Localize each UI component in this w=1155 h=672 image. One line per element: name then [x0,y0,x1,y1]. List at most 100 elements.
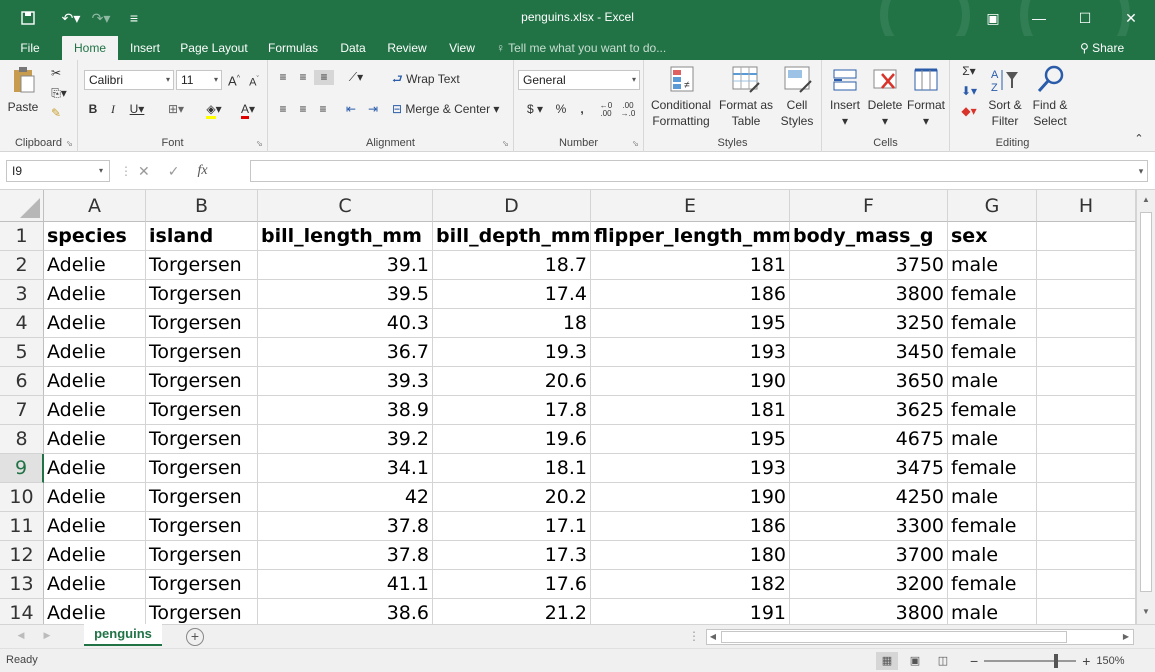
delete-cells-button[interactable]: Delete ▾ [866,64,904,130]
header-cell[interactable]: bill_length_mm [258,222,433,251]
scroll-left-icon[interactable]: ◀ [708,629,718,644]
enter-icon[interactable]: ✓ [168,163,180,180]
orientation-icon[interactable]: ⟋▾ [344,70,368,85]
redo-icon[interactable]: ↷▾ [86,0,116,36]
table-cell[interactable]: 17.4 [433,280,591,309]
table-cell[interactable]: 195 [591,309,790,338]
zoom-in-icon[interactable]: + [1082,653,1090,669]
table-cell[interactable]: 180 [591,541,790,570]
row-header[interactable]: 5 [0,338,44,367]
row-header[interactable]: 13 [0,570,44,599]
cancel-icon[interactable]: ✕ [138,163,150,180]
autosum-icon[interactable]: Σ▾ [956,64,982,79]
tab-formulas[interactable]: Formulas [260,36,326,60]
table-cell[interactable]: Torgersen [146,309,258,338]
table-cell[interactable]: male [948,367,1037,396]
row-header[interactable]: 9 [0,454,44,483]
row-header[interactable]: 2 [0,251,44,280]
table-cell[interactable]: 20.6 [433,367,591,396]
table-cell[interactable]: male [948,599,1037,624]
scroll-right-icon[interactable]: ▶ [1121,629,1131,644]
header-cell[interactable]: body_mass_g [790,222,948,251]
table-cell[interactable]: female [948,396,1037,425]
table-cell[interactable] [1037,251,1136,280]
table-cell[interactable]: Adelie [44,280,146,309]
table-cell[interactable]: male [948,425,1037,454]
collapse-ribbon-icon[interactable]: ⌃ [1132,132,1146,147]
find-select-button[interactable]: Find & Select [1028,64,1072,130]
table-cell[interactable]: 37.8 [258,512,433,541]
next-sheet-icon[interactable]: ▶ [40,628,54,643]
font-color-icon[interactable]: A▾ [234,102,262,119]
table-cell[interactable]: 4250 [790,483,948,512]
align-right-icon[interactable]: ≡ [314,102,332,117]
increase-font-icon[interactable]: A^ [226,71,242,88]
table-cell[interactable]: 3250 [790,309,948,338]
maximize-button[interactable]: ☐ [1062,0,1108,36]
table-cell[interactable]: Torgersen [146,541,258,570]
table-cell[interactable]: 18 [433,309,591,338]
table-cell[interactable] [1037,396,1136,425]
save-icon[interactable] [0,0,56,36]
column-header-h[interactable]: H [1037,190,1136,222]
merge-center-button[interactable]: ⊟ Merge & Center ▾ [392,102,510,117]
tab-review[interactable]: Review [380,36,434,60]
cut-icon[interactable]: ✂ [46,66,66,81]
column-header-a[interactable]: A [44,190,146,222]
table-cell[interactable]: 193 [591,454,790,483]
percent-icon[interactable]: % [552,102,570,117]
table-cell[interactable]: 40.3 [258,309,433,338]
column-header-c[interactable]: C [258,190,433,222]
borders-icon[interactable]: ⊞▾ [162,102,190,117]
row-header[interactable]: 7 [0,396,44,425]
table-cell[interactable]: 3200 [790,570,948,599]
table-cell[interactable]: Torgersen [146,338,258,367]
font-size-select[interactable]: 11 ▾ [176,70,222,90]
prev-sheet-icon[interactable]: ◀ [14,628,28,643]
table-cell[interactable]: 39.2 [258,425,433,454]
insert-function-icon[interactable]: fx [197,163,207,179]
clear-icon[interactable]: ◆▾ [956,104,982,119]
clipboard-launcher-icon[interactable]: ⬂ [66,139,73,148]
table-cell[interactable]: Torgersen [146,280,258,309]
table-cell[interactable]: 190 [591,483,790,512]
sheet-tab-penguins[interactable]: penguins [84,624,162,646]
table-cell[interactable]: 18.1 [433,454,591,483]
row-header[interactable]: 3 [0,280,44,309]
page-layout-view-icon[interactable]: ▣ [904,652,926,670]
table-cell[interactable]: Torgersen [146,425,258,454]
align-center-icon[interactable]: ≡ [294,102,312,117]
table-cell[interactable]: 42 [258,483,433,512]
table-cell[interactable]: 4675 [790,425,948,454]
table-cell[interactable]: 3800 [790,599,948,624]
table-cell[interactable]: female [948,280,1037,309]
font-launcher-icon[interactable]: ⬂ [256,139,263,148]
decrease-decimal-icon[interactable]: .00 →.0 [618,102,638,118]
horizontal-scrollbar[interactable]: ◀ ▶ [706,629,1134,645]
font-name-select[interactable]: Calibri ▾ [84,70,174,90]
column-header-e[interactable]: E [591,190,790,222]
tab-page-layout[interactable]: Page Layout [174,36,254,60]
fill-icon[interactable]: ⬇▾ [956,84,982,99]
vertical-scroll-thumb[interactable] [1140,212,1152,592]
scroll-up-icon[interactable]: ▲ [1137,192,1155,208]
table-cell[interactable]: 3450 [790,338,948,367]
table-cell[interactable]: 39.3 [258,367,433,396]
table-cell[interactable]: female [948,570,1037,599]
table-cell[interactable] [1037,570,1136,599]
header-cell[interactable]: island [146,222,258,251]
ribbon-display-options-icon[interactable]: ▣ [970,0,1016,36]
table-cell[interactable] [1037,309,1136,338]
copy-icon[interactable]: ⎘▾ [46,86,72,101]
row-header[interactable]: 11 [0,512,44,541]
row-header[interactable]: 14 [0,599,44,624]
row-header[interactable]: 10 [0,483,44,512]
table-cell[interactable]: 3625 [790,396,948,425]
table-cell[interactable]: 36.7 [258,338,433,367]
table-cell[interactable]: 41.1 [258,570,433,599]
table-cell[interactable]: 186 [591,512,790,541]
align-middle-icon[interactable]: ≡ [294,70,312,85]
table-cell[interactable]: Adelie [44,599,146,624]
table-cell[interactable]: 37.8 [258,541,433,570]
row-header[interactable]: 4 [0,309,44,338]
